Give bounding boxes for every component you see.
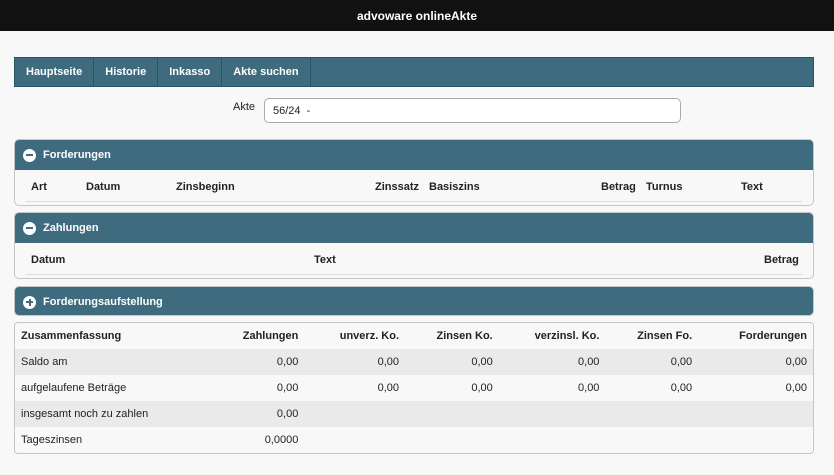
header-zinsen-fo: Zinsen Fo. (637, 330, 693, 342)
col-text: Text (314, 254, 336, 266)
header-zinsen-ko: Zinsen Ko. (436, 330, 493, 342)
plus-icon (23, 295, 36, 309)
row-label: Tageszinsen (21, 434, 83, 446)
divider (26, 201, 802, 202)
forderungsaufstellung-panel: Forderungsaufstellung (14, 286, 814, 316)
cell (405, 401, 499, 427)
cell: 0,00 (698, 349, 813, 375)
main-nav: Hauptseite Historie Inkasso Akte suchen (14, 57, 814, 87)
summary-header-row: Zusammenfassung Zahlungen unverz. Ko. Zi… (15, 323, 813, 349)
cell: 0,00 (200, 401, 305, 427)
forderungen-header[interactable]: Forderungen (15, 140, 813, 170)
col-betrag: Betrag (601, 181, 636, 193)
divider (26, 274, 802, 275)
summary-table: Zusammenfassung Zahlungen unverz. Ko. Zi… (14, 322, 814, 454)
app-title-bar: advoware onlineAkte (0, 0, 834, 31)
col-turnus: Turnus (646, 181, 683, 193)
cell: 0,00 (785, 382, 807, 394)
tab-inkasso[interactable]: Inkasso (158, 58, 223, 86)
col-basiszins: Basiszins (429, 181, 480, 193)
row-label: aufgelaufene Beträge (21, 382, 127, 394)
cell (698, 427, 813, 453)
col-zinsbeginn: Zinsbeginn (176, 181, 235, 193)
cell: 0,00 (304, 349, 406, 375)
header-zahlungen: Zahlungen (242, 330, 299, 342)
tab-akte-suchen[interactable]: Akte suchen (222, 58, 311, 86)
col-art: Art (31, 181, 47, 193)
row-label: insgesamt noch zu zahlen (15, 401, 201, 427)
header-unverz-ko: unverz. Ko. (339, 330, 400, 342)
header-verzinsl-ko: verzinsl. Ko. (534, 330, 600, 342)
header-zusammenfassung: Zusammenfassung (21, 330, 122, 342)
minus-icon (23, 148, 36, 162)
cell (405, 427, 499, 453)
akte-input[interactable] (264, 98, 681, 123)
cell: 0,00 (498, 349, 606, 375)
cell: 0,00 (670, 382, 693, 394)
table-row: Tageszinsen 0,0000 (15, 427, 813, 453)
cell (605, 401, 699, 427)
col-datum: Datum (31, 254, 66, 266)
cell (304, 427, 405, 453)
table-row: insgesamt noch zu zahlen 0,00 (15, 401, 813, 427)
forderungen-columns: Art Datum Zinsbeginn Zinssatz Basiszins … (15, 170, 813, 204)
col-zinssatz: Zinssatz (375, 181, 420, 193)
cell: 0,00 (578, 382, 600, 394)
forderungen-panel: Forderungen Art Datum Zinsbeginn Zinssat… (14, 139, 814, 206)
tab-historie[interactable]: Historie (94, 58, 159, 86)
cell: 0,0000 (264, 434, 299, 446)
akte-row: Akte (0, 98, 834, 124)
cell (698, 401, 813, 427)
header-forderungen: Forderungen (739, 330, 807, 342)
cell (499, 427, 606, 453)
cell (498, 401, 606, 427)
app-title: advoware onlineAkte (356, 8, 478, 23)
tab-hauptseite[interactable]: Hauptseite (15, 58, 95, 86)
cell (304, 401, 406, 427)
col-text: Text (741, 181, 763, 193)
cell: 0,00 (276, 382, 299, 394)
col-datum: Datum (86, 181, 121, 193)
forderungen-title: Forderungen (43, 149, 111, 161)
zahlungen-title: Zahlungen (43, 222, 99, 234)
zahlungen-columns: Datum Text Betrag (15, 243, 813, 277)
cell: 0,00 (405, 349, 499, 375)
cell: 0,00 (471, 382, 493, 394)
akte-label: Akte (233, 101, 256, 113)
cell (605, 427, 698, 453)
zahlungen-panel: Zahlungen Datum Text Betrag (14, 212, 814, 279)
row-label: Saldo am (15, 349, 201, 375)
minus-icon (23, 221, 36, 235)
table-row: aufgelaufene Beträge 0,00 0,00 0,00 0,00… (15, 375, 813, 401)
forderungsaufstellung-header[interactable]: Forderungsaufstellung (15, 287, 813, 315)
zahlungen-header[interactable]: Zahlungen (15, 213, 813, 243)
forderungsaufstellung-title: Forderungsaufstellung (43, 296, 163, 308)
cell: 0,00 (200, 349, 305, 375)
table-row: Saldo am 0,00 0,00 0,00 0,00 0,00 0,00 (15, 349, 813, 375)
cell: 0,00 (377, 382, 400, 394)
cell: 0,00 (605, 349, 699, 375)
col-betrag: Betrag (764, 254, 799, 266)
